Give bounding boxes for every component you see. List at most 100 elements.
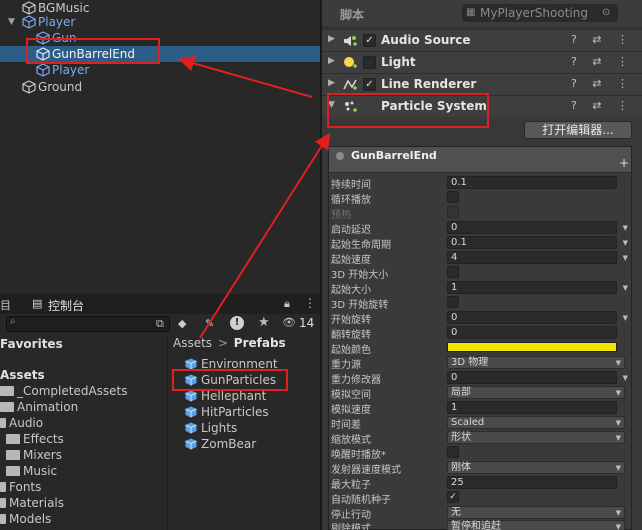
checkbox[interactable] [447, 446, 459, 458]
prop-dropdown[interactable]: 刚体 [447, 461, 625, 474]
prop-label: 起始大小 [331, 285, 371, 296]
project-panel: 目 ▤ 控制台 🔒︎ ⋮ ⌕ ⧉ ◆ ✎ ! ★ 👁︎ 14 Favorites… [0, 294, 320, 530]
script-row: 脚本 ▦ MyPlayerShooting ⊙ [322, 0, 642, 28]
filter-type-icon[interactable]: ◆ [178, 317, 186, 330]
prop-value[interactable]: 0 [447, 221, 628, 234]
component-tools[interactable]: ? ⇄ ⋮ [571, 99, 634, 112]
prop-value[interactable]: 0 [447, 371, 628, 384]
collapse-arrow-icon[interactable]: ▶ [328, 56, 335, 66]
filter-label-icon[interactable]: ✎ [205, 317, 214, 330]
component-light[interactable]: ▶ Light ? ⇄ ⋮ [322, 51, 642, 73]
tree-item-completedassets[interactable]: _CompletedAssets [0, 383, 128, 399]
prop-dropdown[interactable]: Scaled [447, 416, 625, 429]
component-audio-source[interactable]: ▶ ✓ Audio Source ? ⇄ ⋮ [322, 29, 642, 51]
enabled-checkbox[interactable] [363, 56, 376, 69]
prop-scaling-mode: 缩放模式 形状 [331, 430, 631, 446]
folder-icon [0, 497, 6, 508]
tab-console[interactable]: 控制台 [48, 297, 84, 314]
tree-item-assets[interactable]: Assets [0, 367, 45, 383]
tree-item-label: Audio [9, 416, 44, 430]
script-field[interactable]: ▦ MyPlayerShooting ⊙ [462, 4, 618, 22]
checkbox[interactable]: ✓ [447, 491, 459, 503]
prefab-icon [185, 390, 197, 401]
prop-value[interactable]: 25 [447, 476, 617, 489]
breadcrumb-assets[interactable]: Assets [173, 336, 212, 350]
tree-item-animation[interactable]: Animation [0, 399, 78, 415]
inspector-panel: 脚本 ▦ MyPlayerShooting ⊙ ▶ ✓ Audio Source… [322, 0, 642, 530]
project-toolbar: ⌕ ⧉ ◆ ✎ ! ★ 👁︎ 14 [0, 314, 320, 336]
warning-icon[interactable]: ! [230, 316, 244, 330]
checkbox[interactable] [447, 206, 459, 218]
prop-value[interactable]: 0.1 [447, 236, 628, 249]
checkbox[interactable] [447, 296, 459, 308]
prop-label: 时间差 [331, 420, 361, 431]
prop-label: 起始速度 [331, 255, 371, 266]
prop-value[interactable]: 0 [447, 326, 617, 339]
prop-label: 发射器速度模式 [331, 465, 401, 476]
component-tools[interactable]: ? ⇄ ⋮ [571, 77, 634, 90]
hierarchy-item-player-child[interactable]: Player [0, 62, 320, 78]
checkbox[interactable] [447, 266, 459, 278]
menu-icon[interactable]: ⋮ [304, 296, 316, 310]
prefab-icon [22, 15, 36, 29]
favorites-label[interactable]: Favorites [0, 336, 63, 352]
tree-item-music[interactable]: Music [6, 463, 57, 479]
prefab-icon [185, 358, 197, 369]
component-tools[interactable]: ? ⇄ ⋮ [571, 55, 634, 68]
open-editor-button[interactable]: 打开编辑器... [524, 121, 632, 139]
prop-start-delay: 启动延迟 0 [331, 220, 631, 236]
component-tools[interactable]: ? ⇄ ⋮ [571, 33, 634, 46]
tree-item-effects[interactable]: Effects [6, 431, 64, 447]
tree-item-mixers[interactable]: Mixers [6, 447, 62, 463]
project-asset-list: Assets > Prefabs Environment GunParticle… [169, 336, 320, 530]
hierarchy-item-ground[interactable]: Ground [0, 79, 320, 95]
component-line-renderer[interactable]: ▶ ✓ Line Renderer ? ⇄ ⋮ [322, 73, 642, 95]
collapse-arrow-icon[interactable]: ▶ [328, 34, 335, 44]
breadcrumb-separator: > [217, 336, 228, 350]
prop-dropdown[interactable]: 无 [447, 506, 625, 519]
prop-dropdown[interactable]: 暂停和追赶 [447, 520, 625, 530]
color-swatch[interactable] [447, 342, 617, 352]
prop-duration: 持续时间 0.1 [331, 175, 631, 191]
tree-item-audio[interactable]: Audio [0, 415, 43, 431]
prop-value[interactable]: 1 [447, 281, 628, 294]
module-header[interactable]: GunBarrelEnd + [329, 147, 631, 173]
breadcrumb-prefabs[interactable]: Prefabs [234, 336, 286, 350]
prop-value[interactable]: 0.1 [447, 176, 617, 189]
tree-item-models[interactable]: Models [0, 511, 51, 527]
collapse-arrow-icon[interactable]: ▶ [328, 78, 335, 88]
prop-max-particles: 最大粒子 25 [331, 475, 631, 491]
component-name: Line Renderer [381, 77, 477, 91]
asset-zombear[interactable]: ZomBear [185, 436, 256, 452]
tree-item-materials[interactable]: Materials [0, 495, 64, 511]
add-module-button[interactable]: + [619, 156, 629, 170]
enabled-checkbox[interactable]: ✓ [363, 78, 376, 91]
breadcrumb: Assets > Prefabs [173, 336, 286, 350]
tab-project[interactable]: 目 [0, 297, 11, 313]
prop-value[interactable]: 4 [447, 251, 628, 264]
checkbox[interactable] [447, 191, 459, 203]
prop-dropdown[interactable]: 局部 [447, 386, 625, 399]
prop-value[interactable]: 1 [447, 401, 617, 414]
search-input[interactable]: ⌕ [6, 316, 170, 332]
prop-dropdown[interactable]: 3D 物理 [447, 356, 625, 369]
enabled-checkbox[interactable]: ✓ [363, 34, 376, 47]
hierarchy-item-label: Ground [38, 80, 83, 94]
line-renderer-icon [343, 79, 357, 90]
prop-value[interactable]: 0 [447, 311, 628, 324]
create-icon[interactable]: ⧉ [156, 317, 164, 331]
asset-lights[interactable]: Lights [185, 420, 237, 436]
hierarchy-item-player[interactable]: ▼ Player [0, 14, 320, 30]
object-picker-icon[interactable]: ⊙ [602, 4, 610, 22]
eye-icon[interactable]: 👁︎ [282, 316, 296, 329]
prop-dropdown[interactable]: 形状 [447, 431, 625, 444]
prop-label: 循环播放 [331, 195, 371, 206]
prop-emitter-velocity-mode: 发射器速度模式 刚体 [331, 460, 631, 476]
folder-icon [6, 465, 20, 476]
star-icon[interactable]: ★ [258, 315, 270, 330]
lock-icon[interactable]: 🔒︎ [284, 297, 290, 311]
tree-item-fonts[interactable]: Fonts [0, 479, 41, 495]
project-tabs: 目 ▤ 控制台 🔒︎ ⋮ [0, 294, 320, 314]
asset-hitparticles[interactable]: HitParticles [185, 404, 269, 420]
expand-arrow-icon[interactable]: ▼ [8, 14, 15, 30]
